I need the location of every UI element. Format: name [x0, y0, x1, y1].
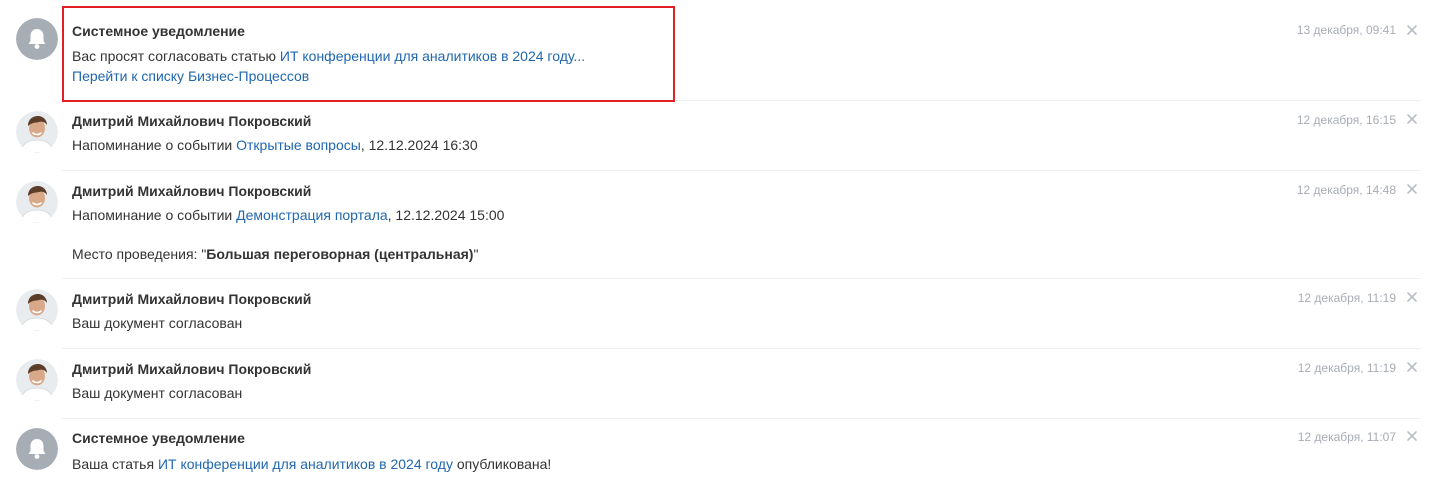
close-icon — [1407, 362, 1417, 372]
close-button[interactable] — [1405, 112, 1419, 126]
business-process-link[interactable]: Перейти к списку Бизнес-Процессов — [72, 68, 309, 84]
notification-date: 13 декабря, 09:41 — [1296, 23, 1396, 37]
close-icon — [1407, 114, 1417, 124]
notification-author[interactable]: Дмитрий Михайлович Покровский — [72, 360, 311, 378]
close-button[interactable] — [1405, 429, 1419, 443]
notification-author: Системное уведомление — [72, 430, 245, 446]
notification-text-prefix: Напоминание о событии — [72, 207, 237, 223]
notification-date: 12 декабря, 16:15 — [1296, 113, 1396, 127]
event-location: Место проведения: "Большая переговорная … — [72, 245, 478, 263]
bell-icon — [16, 18, 58, 60]
notification-text: Ваш документ согласован — [72, 385, 243, 401]
notification-text: Напоминание о событии Открытые вопросы, … — [72, 136, 478, 154]
notification-item: Дмитрий Михайлович Покровский Напоминани… — [0, 100, 1431, 170]
user-photo — [16, 111, 58, 153]
close-button[interactable] — [1405, 182, 1419, 196]
notification-author: Системное уведомление — [72, 23, 245, 39]
user-photo — [16, 181, 58, 223]
location-value: Большая переговорная (центральная) — [206, 246, 474, 262]
notification-text: Ваш документ согласован — [72, 315, 243, 331]
notification-author[interactable]: Дмитрий Михайлович Покровский — [72, 290, 311, 308]
user-avatar[interactable] — [16, 359, 58, 401]
bell-icon — [16, 428, 58, 470]
notification-author[interactable]: Дмитрий Михайлович Покровский — [72, 182, 311, 200]
notification-text-suffix: опубликована! — [452, 456, 552, 472]
notification-text: Вас просят согласовать статью ИТ конфере… — [72, 47, 585, 65]
separator — [62, 100, 1421, 101]
close-icon — [1407, 292, 1417, 302]
notification-second-line: Перейти к списку Бизнес-Процессов — [72, 67, 309, 85]
location-end: " — [473, 246, 479, 262]
notification-text: Напоминание о событии Демонстрация порта… — [72, 206, 504, 224]
notification-item: Системное уведомление Ваша статья ИТ кон… — [0, 418, 1431, 480]
system-avatar — [16, 428, 58, 470]
notification-item: Системное уведомление Вас просят согласо… — [0, 0, 1431, 100]
user-photo — [16, 289, 58, 331]
notification-text: Ваша статья ИТ конференции для аналитико… — [72, 455, 551, 473]
notification-text-suffix: , 12.12.2024 16:30 — [360, 137, 478, 153]
notification-author[interactable]: Дмитрий Михайлович Покровский — [72, 112, 311, 130]
notification-date: 12 декабря, 14:48 — [1296, 183, 1396, 197]
close-icon — [1407, 25, 1417, 35]
user-photo — [16, 359, 58, 401]
notification-item: Дмитрий Михайлович Покровский Ваш докуме… — [0, 278, 1431, 348]
event-link[interactable]: Открытые вопросы — [236, 137, 361, 153]
article-link[interactable]: ИТ конференции для аналитиков в 2024 год… — [280, 48, 585, 64]
notification-item: Дмитрий Михайлович Покровский Напоминани… — [0, 170, 1431, 278]
user-avatar[interactable] — [16, 181, 58, 223]
notification-list: Системное уведомление Вас просят согласо… — [0, 0, 1431, 480]
close-button[interactable] — [1405, 360, 1419, 374]
user-avatar[interactable] — [16, 289, 58, 331]
article-link[interactable]: ИТ конференции для аналитиков в 2024 год… — [158, 456, 453, 472]
close-button[interactable] — [1405, 23, 1419, 37]
user-avatar[interactable] — [16, 111, 58, 153]
event-link[interactable]: Демонстрация портала — [236, 207, 388, 223]
notification-date: 12 декабря, 11:07 — [1297, 430, 1396, 444]
notification-text-prefix: Ваша статья — [72, 456, 158, 472]
notification-item: Дмитрий Михайлович Покровский Ваш докуме… — [0, 348, 1431, 418]
separator — [62, 278, 1421, 279]
notification-text-prefix: Напоминание о событии — [72, 137, 237, 153]
close-icon — [1407, 184, 1417, 194]
notification-text-prefix: Вас просят согласовать статью — [72, 48, 280, 64]
separator — [62, 418, 1421, 419]
close-icon — [1407, 431, 1417, 441]
notification-date: 12 декабря, 11:19 — [1297, 291, 1396, 305]
notification-text-suffix: , 12.12.2024 15:00 — [387, 207, 505, 223]
close-button[interactable] — [1405, 290, 1419, 304]
separator — [62, 348, 1421, 349]
separator — [62, 170, 1421, 171]
notification-date: 12 декабря, 11:19 — [1297, 361, 1396, 375]
system-avatar — [16, 18, 58, 60]
location-label: Место проведения: " — [72, 246, 207, 262]
